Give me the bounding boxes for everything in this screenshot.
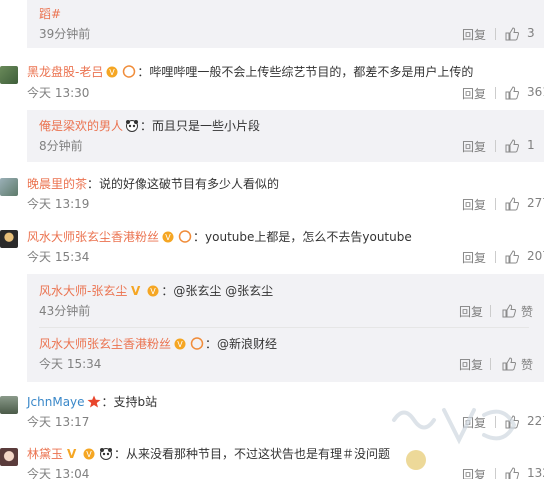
username-link[interactable]: 林黛玉: [27, 447, 63, 461]
divider: [495, 28, 496, 40]
svg-text:V: V: [151, 287, 157, 296]
reply-button[interactable]: 回复: [462, 138, 486, 155]
divider: [495, 468, 496, 479]
comment-text: 风水大师张玄尘香港粉丝 V ：youtube上都是，怎么不去告youtube: [27, 230, 412, 244]
like-icon[interactable]: [505, 415, 519, 429]
divider: [490, 358, 491, 370]
comment-text: 黑龙盘股-老吕 V ：哔哩哔哩一般不会上传些综艺节目的，都差不多是用户上传的: [27, 65, 474, 79]
like-icon[interactable]: [502, 357, 516, 371]
comment-text: JchnMaye ：支持b站: [27, 395, 158, 409]
comment-time: 今天 13:04: [27, 467, 90, 479]
comment-time: 8分钟前: [39, 139, 83, 153]
comment-time: 39分钟前: [39, 27, 91, 41]
like-count: 207: [527, 249, 544, 263]
reply-button[interactable]: 回复: [462, 466, 486, 479]
svg-text:V: V: [165, 233, 171, 242]
star-icon: [87, 395, 102, 408]
like-count: 132: [527, 466, 544, 479]
divider: [495, 140, 496, 152]
like-count: 277: [527, 196, 544, 210]
divider: [495, 87, 496, 99]
username-link[interactable]: 风水大师张玄尘香港粉丝: [27, 230, 159, 244]
panda-emoji-icon: [125, 119, 140, 132]
like-count: 227: [527, 414, 544, 428]
avatar[interactable]: [0, 178, 18, 196]
like-icon[interactable]: [505, 139, 519, 153]
svg-text:V: V: [110, 68, 116, 77]
like-button-label[interactable]: 赞: [521, 303, 533, 320]
avatar[interactable]: [0, 230, 18, 248]
vip-badge-icon: V: [146, 284, 161, 297]
username-link[interactable]: 风水大师-张玄尘: [39, 284, 127, 298]
comment-time: 今天 15:34: [39, 357, 102, 371]
svg-text:V: V: [131, 284, 141, 297]
vip-badge-icon: V: [82, 447, 97, 460]
level-badge-icon: [178, 230, 193, 243]
username-link[interactable]: 黑龙盘股-老吕: [27, 65, 103, 79]
verified-v-icon: V: [65, 447, 80, 461]
like-icon[interactable]: [502, 304, 516, 318]
reply-button[interactable]: 回复: [462, 414, 486, 431]
comment-text: 晚晨里的茶：说的好像这破节目有多少人看似的: [27, 177, 280, 191]
panda-emoji-icon: [99, 447, 114, 460]
vip-badge-icon: V: [173, 337, 188, 350]
svg-text:V: V: [86, 450, 92, 459]
username-link[interactable]: 风水大师张玄尘香港粉丝: [39, 337, 171, 351]
avatar[interactable]: [0, 448, 18, 466]
hashtag-link[interactable]: 蹈#: [39, 7, 61, 21]
divider: [39, 327, 529, 328]
comment-time: 今天 13:19: [27, 197, 90, 211]
svg-text:V: V: [177, 340, 183, 349]
avatar[interactable]: [0, 66, 18, 84]
username-link[interactable]: 晚晨里的茶: [27, 177, 87, 191]
divider: [495, 251, 496, 263]
comment-time: 今天 13:30: [27, 86, 90, 100]
comment-text: 俺是梁欢的男人 ：而且只是一些小片段: [39, 119, 261, 133]
reply-button[interactable]: 回复: [462, 249, 486, 266]
like-icon[interactable]: [505, 197, 519, 211]
avatar[interactable]: [0, 396, 18, 414]
comment-text: 林黛玉 V V ：从来没看那种节目，不过这状告也是有理＃没问题: [27, 447, 391, 461]
like-icon[interactable]: [505, 250, 519, 264]
vip-badge-icon: V: [105, 65, 120, 78]
like-icon[interactable]: [505, 27, 519, 41]
reply-button[interactable]: 回复: [459, 303, 483, 320]
comment-text: 风水大师-张玄尘 V V ：@张玄尘 @张玄尘: [39, 284, 274, 298]
comment-time: 今天 15:34: [27, 250, 90, 264]
comment-text: 蹈#: [39, 6, 61, 22]
comment-time: 今天 13:17: [27, 415, 90, 429]
like-icon[interactable]: [505, 467, 519, 479]
comment-text: 风水大师张玄尘香港粉丝 V ：@新浪财经: [39, 337, 278, 351]
divider: [495, 416, 496, 428]
reply-button[interactable]: 回复: [462, 26, 486, 43]
divider: [490, 305, 491, 317]
level-badge-icon: [190, 337, 205, 350]
username-link[interactable]: JchnMaye: [27, 395, 85, 409]
divider: [495, 198, 496, 210]
vip-badge-icon: V: [161, 230, 176, 243]
username-link[interactable]: 俺是梁欢的男人: [39, 119, 123, 133]
reply-button[interactable]: 回复: [462, 85, 486, 102]
level-badge-icon: [122, 65, 137, 78]
svg-text:V: V: [67, 447, 77, 460]
comment-time: 43分钟前: [39, 304, 91, 318]
like-count: 1: [527, 138, 535, 152]
like-count: 361: [527, 85, 544, 99]
verified-v-icon: V: [129, 284, 144, 298]
reply-button[interactable]: 回复: [459, 356, 483, 373]
reply-button[interactable]: 回复: [462, 196, 486, 213]
like-count: 3: [527, 26, 535, 40]
like-icon[interactable]: [505, 86, 519, 100]
like-button-label[interactable]: 赞: [521, 356, 533, 373]
